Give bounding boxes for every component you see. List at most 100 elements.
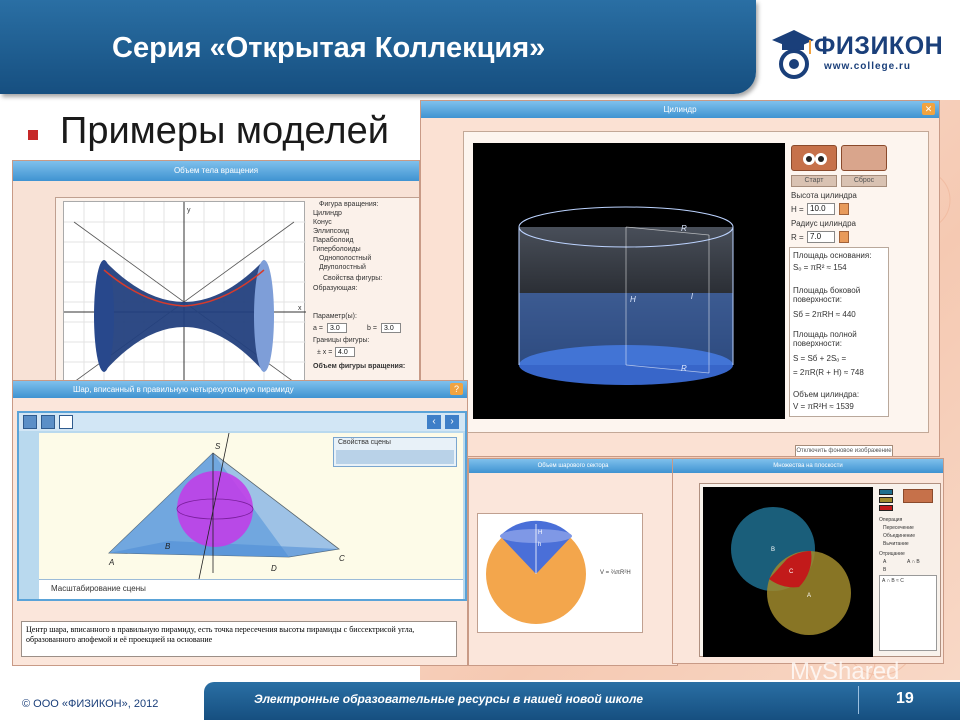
sets-label-B: B	[771, 547, 775, 553]
side-area-label: Площадь боковой поверхности:	[793, 286, 861, 304]
sector-label-h: h	[538, 542, 541, 548]
results-panel: Площадь основания: Sₒ = πR² ≈ 154 Площад…	[789, 247, 889, 417]
sets-label-A: A	[807, 593, 811, 599]
total-area-label: Площадь полной поверхности:	[793, 330, 857, 348]
height-stepper[interactable]	[839, 203, 849, 215]
scene-props-label: Свойства сцены	[338, 439, 391, 446]
help-icon[interactable]: ?	[450, 383, 463, 395]
option-3[interactable]: Параболоид	[313, 237, 354, 244]
rotation-graph: y x	[63, 201, 306, 381]
section-heading: Примеры моделей	[60, 110, 389, 152]
total-area-formula2: = 2πR(R + H) ≈ 748	[793, 368, 864, 377]
pyramid-caption: Центр шара, вписанного в правильную пира…	[21, 621, 457, 657]
option-4: Гиперболоиды	[313, 246, 361, 253]
edit-icon[interactable]	[23, 415, 37, 429]
op-0[interactable]: Пересечение	[883, 525, 914, 531]
rotation-window: Объем тела вращения y x Фигура вращения:…	[12, 160, 420, 382]
logo-url: www.college.ru	[824, 61, 911, 72]
bullet-icon	[28, 130, 38, 140]
cylinder-label-H: H	[630, 295, 636, 304]
sector-formula: V = ⅔πR²H	[600, 570, 631, 576]
option-6[interactable]: Двуполостный	[319, 264, 366, 271]
scene-tools[interactable]	[336, 450, 454, 464]
volume-formula: V = πR²H ≈ 1539	[793, 402, 854, 411]
props-label: Свойства фигуры:	[323, 275, 383, 282]
op-2[interactable]: Вычитание	[883, 541, 909, 547]
vertex-A: A	[108, 558, 114, 567]
page-number: 19	[896, 690, 914, 707]
sets-result-box: A ∩ B ≈ C	[879, 575, 937, 651]
select-icon[interactable]	[41, 415, 55, 429]
b-label: b =	[367, 325, 377, 332]
refl-op-0[interactable]: A	[883, 559, 886, 565]
rotation-volume-label: Объем фигуры вращения:	[313, 363, 406, 370]
start-button[interactable]: Старт	[791, 175, 837, 187]
a-input[interactable]: 3.0	[327, 323, 347, 333]
sector-window-title: Объем шарового сектора	[469, 459, 677, 473]
option-5[interactable]: Однополостный	[319, 255, 371, 262]
vertex-D: D	[271, 564, 277, 573]
reset-button[interactable]: Сброс	[841, 175, 887, 187]
sets-result: A ∩ B ≈ C	[882, 578, 904, 584]
volume-label: Объем цилиндра:	[793, 390, 860, 399]
cylinder-controls: Старт Сброс Высота цилиндра H = 10.0 Рад…	[789, 143, 889, 423]
sets-canvas: B C A	[703, 487, 873, 657]
background-toggle-button[interactable]: Отключить фоновое изображение	[795, 445, 893, 456]
refl-op-2[interactable]: A ∩ B	[907, 559, 920, 565]
operation-label: Операция	[879, 517, 903, 523]
base-area-label: Площадь основания:	[793, 251, 872, 260]
rotation-controls: Фигура вращения: Цилиндр Конус Эллипсоид…	[307, 201, 417, 381]
pen-icon[interactable]	[59, 415, 73, 429]
rotation-window-title: Объем тела вращения	[13, 161, 419, 181]
color-swatch-B[interactable]	[879, 497, 893, 503]
pyramid-toolbar: ‹ ›	[19, 413, 465, 431]
rotation-axis-y: y	[187, 207, 191, 214]
graduation-cap-icon	[772, 30, 814, 79]
option-1[interactable]: Конус	[313, 219, 332, 226]
sector-canvas: H h V = ⅔πR²H	[477, 513, 643, 633]
cylinder-label-R: R	[681, 224, 687, 233]
radius-input[interactable]: 7.0	[807, 231, 835, 243]
hand-icon[interactable]	[841, 145, 887, 171]
side-area-formula: Sб = 2πRH ≈ 440	[793, 310, 856, 319]
sector-window: Объем шарового сектора H h V = ⅔πR²H	[468, 458, 678, 666]
back-icon[interactable]: ‹	[427, 415, 441, 429]
color-swatch-A[interactable]	[879, 489, 893, 495]
cylinder-canvas: R H l R	[473, 143, 785, 419]
pyramid-window-title: Шар, вписанный в правильную четырехуголь…	[13, 381, 467, 398]
height-input[interactable]: 10.0	[807, 203, 835, 215]
pyramid-frame: ‹ › S B A D C Свойства сцены Масштабиров…	[17, 411, 467, 601]
slide-title: Серия «Открытая Коллекция»	[112, 32, 546, 64]
b-input[interactable]: 3.0	[381, 323, 401, 333]
cylinder-window-title: Цилиндр	[421, 101, 939, 118]
R-label: R =	[791, 233, 804, 242]
slide: Серия «Открытая Коллекция» ФИЗИКОН www.c…	[0, 0, 960, 720]
scaling-label: Масштабирование сцены	[51, 584, 146, 593]
radius-label: Радиус цилиндра	[791, 219, 856, 228]
play-icon[interactable]	[791, 145, 837, 171]
x-input[interactable]: 4.0	[335, 347, 355, 357]
close-icon[interactable]: ✕	[922, 103, 935, 115]
forward-icon[interactable]: ›	[445, 415, 459, 429]
op-1[interactable]: Объединение	[883, 533, 915, 539]
copyright: © ООО «ФИЗИКОН», 2012	[22, 698, 159, 710]
sets-controls: Операция Пересечение Объединение Вычитан…	[877, 487, 939, 653]
sets-play-icon[interactable]	[903, 489, 933, 503]
color-swatch-C[interactable]	[879, 505, 893, 511]
rotation-axis-x: x	[298, 305, 302, 312]
cylinder-window: Цилиндр ✕ R H l R Старт Сброс Высота цил…	[420, 100, 940, 457]
cylinder-label-l: l	[691, 292, 693, 301]
vertex-C: C	[339, 554, 345, 563]
sets-window: Множества на плоскости B C A Операция Пе…	[672, 458, 944, 664]
refl-op-1[interactable]: B	[883, 567, 886, 573]
footer-divider	[858, 686, 859, 714]
vertex-B: B	[165, 542, 171, 551]
H-label: H =	[791, 205, 804, 214]
option-2[interactable]: Эллипсоид	[313, 228, 349, 235]
sets-window-title: Множества на плоскости	[673, 459, 943, 473]
radius-stepper[interactable]	[839, 231, 849, 243]
x-label: ± x =	[317, 349, 333, 356]
reflect-label: Отрицание	[879, 551, 905, 557]
sets-label-C: C	[789, 569, 794, 575]
option-0[interactable]: Цилиндр	[313, 210, 342, 217]
